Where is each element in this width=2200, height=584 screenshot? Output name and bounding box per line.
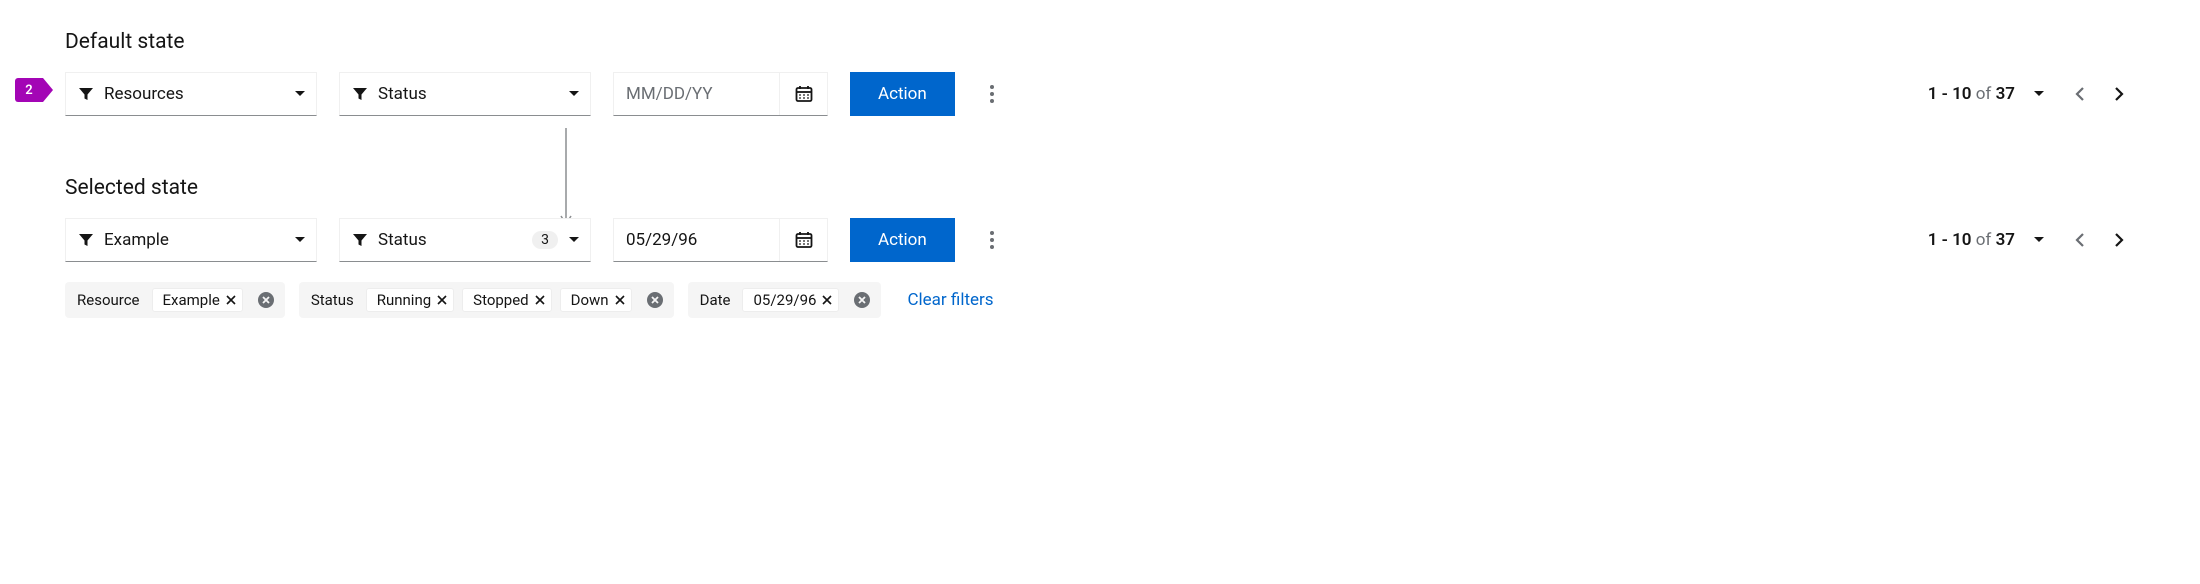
- chip-remove-icon[interactable]: [822, 295, 832, 305]
- selected-toolbar: Example Status 3 Action: [65, 218, 2135, 262]
- chip: 05/29/96: [742, 288, 839, 312]
- caret-down-icon: [568, 90, 580, 98]
- filter-icon: [352, 232, 368, 248]
- chip-group-close-icon[interactable]: [255, 289, 277, 311]
- pagination-text: 1 - 10 of 37: [1928, 230, 2015, 250]
- default-toolbar: Resources Status Action: [65, 72, 2135, 116]
- next-page-button[interactable]: [2103, 78, 2135, 110]
- caret-down-icon: [568, 236, 580, 244]
- items-per-page-dropdown[interactable]: [2023, 224, 2055, 256]
- chip: Stopped: [462, 288, 551, 312]
- kebab-menu[interactable]: [977, 218, 1007, 262]
- chip: Down: [560, 288, 632, 312]
- date-input[interactable]: [614, 73, 779, 115]
- chip-remove-icon[interactable]: [535, 295, 545, 305]
- resources-label: Example: [104, 230, 284, 250]
- kebab-menu[interactable]: [977, 72, 1007, 116]
- status-label: Status: [378, 84, 558, 104]
- chip-text: Down: [571, 291, 609, 309]
- chip-group-date: Date 05/29/96: [688, 282, 882, 318]
- action-button[interactable]: Action: [850, 218, 955, 262]
- chip-group-close-icon[interactable]: [644, 289, 666, 311]
- prev-page-button[interactable]: [2063, 78, 2095, 110]
- filter-icon: [352, 86, 368, 102]
- kebab-icon: [989, 84, 995, 104]
- default-state-title: Default state: [65, 30, 2135, 54]
- resources-label: Resources: [104, 84, 284, 104]
- chip: Running: [366, 288, 454, 312]
- calendar-button[interactable]: [779, 219, 827, 261]
- annotation-badge: 2: [15, 78, 43, 102]
- filter-icon: [78, 86, 94, 102]
- pagination-text: 1 - 10 of 37: [1928, 84, 2015, 104]
- resources-dropdown[interactable]: Example: [65, 218, 317, 262]
- date-input-group: [613, 218, 828, 262]
- calendar-icon: [795, 85, 813, 103]
- chip-row: Resource Example Status Running Stopped: [65, 282, 2135, 318]
- caret-down-icon: [294, 90, 306, 98]
- status-count-badge: 3: [532, 231, 558, 249]
- selected-state-title: Selected state: [65, 176, 2135, 200]
- prev-page-button[interactable]: [2063, 224, 2095, 256]
- chip-group-label: Status: [311, 291, 354, 309]
- status-label: Status: [378, 230, 522, 250]
- status-dropdown[interactable]: Status: [339, 72, 591, 116]
- chip-group-label: Resource: [77, 291, 140, 309]
- status-dropdown[interactable]: Status 3: [339, 218, 591, 262]
- chip-group-label: Date: [700, 291, 731, 309]
- pagination: 1 - 10 of 37: [1928, 78, 2135, 110]
- chip-remove-icon[interactable]: [615, 295, 625, 305]
- pagination: 1 - 10 of 37: [1928, 224, 2135, 256]
- calendar-icon: [795, 231, 813, 249]
- filter-icon: [78, 232, 94, 248]
- chip-remove-icon[interactable]: [437, 295, 447, 305]
- action-button[interactable]: Action: [850, 72, 955, 116]
- items-per-page-dropdown[interactable]: [2023, 78, 2055, 110]
- chip: Example: [152, 288, 243, 312]
- next-page-button[interactable]: [2103, 224, 2135, 256]
- date-input[interactable]: [614, 219, 779, 261]
- chip-group-close-icon[interactable]: [851, 289, 873, 311]
- calendar-button[interactable]: [779, 73, 827, 115]
- chip-group-status: Status Running Stopped Down: [299, 282, 674, 318]
- chip-text: Running: [377, 291, 431, 309]
- chip-group-resource: Resource Example: [65, 282, 285, 318]
- kebab-icon: [989, 230, 995, 250]
- clear-filters-button[interactable]: Clear filters: [907, 290, 993, 310]
- chip-text: 05/29/96: [753, 291, 816, 309]
- chip-text: Example: [163, 291, 220, 309]
- date-input-group: [613, 72, 828, 116]
- caret-down-icon: [294, 236, 306, 244]
- chip-remove-icon[interactable]: [226, 295, 236, 305]
- resources-dropdown[interactable]: Resources: [65, 72, 317, 116]
- chip-text: Stopped: [473, 291, 528, 309]
